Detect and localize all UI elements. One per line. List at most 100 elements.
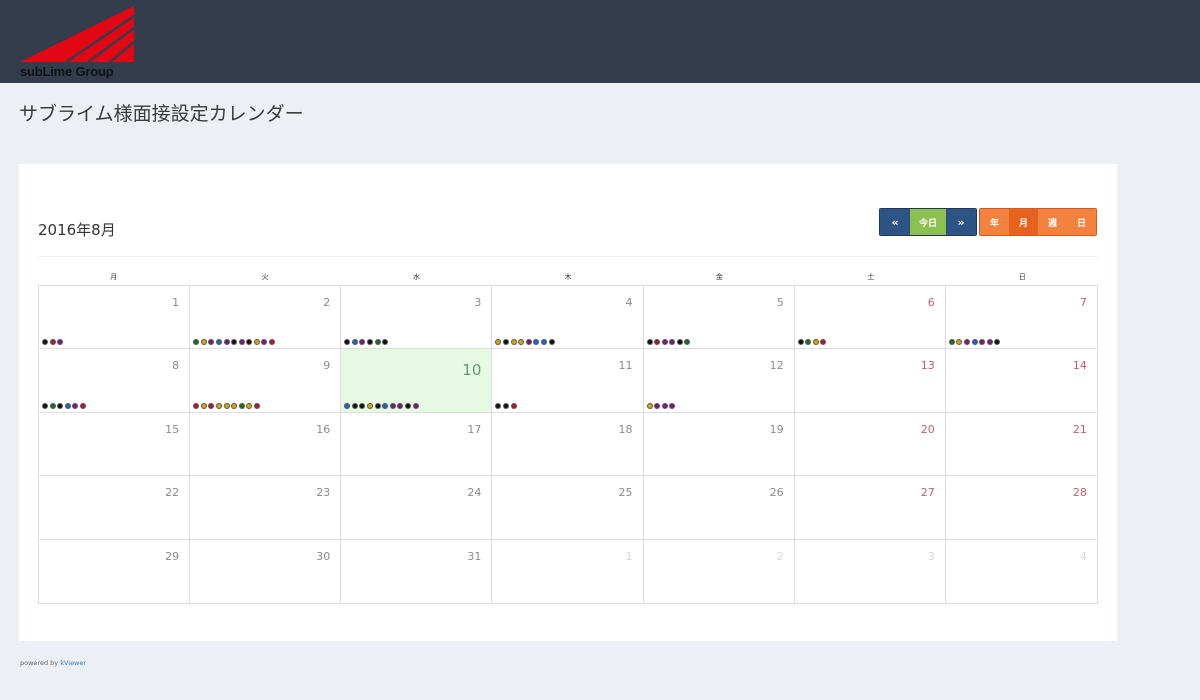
event-dot-icon[interactable] <box>246 339 253 346</box>
day-cell[interactable]: 18 <box>492 412 644 477</box>
event-dot-icon[interactable] <box>412 402 419 409</box>
event-dot-icon[interactable] <box>510 339 517 346</box>
event-dot-icon[interactable] <box>397 402 404 409</box>
day-cell[interactable]: 14 <box>945 349 1097 413</box>
event-dot-icon[interactable] <box>57 339 64 346</box>
event-dot-icon[interactable] <box>646 402 653 409</box>
event-dot-icon[interactable] <box>979 339 986 346</box>
event-dot-icon[interactable] <box>495 339 502 346</box>
day-cell[interactable]: 1 <box>492 539 644 603</box>
event-dot-icon[interactable] <box>253 339 260 346</box>
day-cell[interactable]: 31 <box>341 539 493 603</box>
event-dot-icon[interactable] <box>948 339 955 346</box>
event-dot-icon[interactable] <box>820 339 827 346</box>
day-cell[interactable]: 25 <box>492 476 644 540</box>
event-dot-icon[interactable] <box>208 402 215 409</box>
event-dot-icon[interactable] <box>246 402 253 409</box>
day-cell[interactable]: 13 <box>794 349 946 413</box>
event-dot-icon[interactable] <box>57 402 64 409</box>
event-dot-icon[interactable] <box>502 402 509 409</box>
event-dot-icon[interactable] <box>42 402 48 409</box>
week-view-button[interactable]: 週 <box>1038 209 1067 235</box>
day-cell[interactable]: 12 <box>643 349 795 413</box>
event-dot-icon[interactable] <box>676 339 683 346</box>
event-dot-icon[interactable] <box>200 402 207 409</box>
event-dot-icon[interactable] <box>238 402 245 409</box>
today-button[interactable]: 今日 <box>910 209 946 235</box>
day-cell[interactable]: 8 <box>39 349 191 413</box>
event-dot-icon[interactable] <box>49 402 56 409</box>
day-cell[interactable]: 24 <box>341 476 493 540</box>
day-cell[interactable]: 5 <box>643 286 795 350</box>
event-dot-icon[interactable] <box>193 339 200 346</box>
month-view-button[interactable]: 月 <box>1009 209 1038 235</box>
sublime-group-logo[interactable]: subLime Group <box>18 4 138 80</box>
event-dot-icon[interactable] <box>382 402 389 409</box>
event-dot-icon[interactable] <box>525 339 532 346</box>
day-cell[interactable]: 27 <box>794 476 946 540</box>
event-dot-icon[interactable] <box>193 402 200 409</box>
day-cell-today[interactable]: 10 <box>341 349 493 413</box>
event-dot-icon[interactable] <box>367 339 374 346</box>
day-cell[interactable]: 2 <box>644 539 795 603</box>
event-dot-icon[interactable] <box>231 339 238 346</box>
event-dot-icon[interactable] <box>548 339 555 346</box>
event-dot-icon[interactable] <box>669 339 676 346</box>
event-dot-icon[interactable] <box>805 339 812 346</box>
event-dot-icon[interactable] <box>359 339 366 346</box>
day-cell[interactable]: 3 <box>341 286 493 350</box>
event-dot-icon[interactable] <box>344 402 351 409</box>
event-dot-icon[interactable] <box>389 402 396 409</box>
event-dot-icon[interactable] <box>963 339 970 346</box>
event-dot-icon[interactable] <box>510 402 517 409</box>
event-dot-icon[interactable] <box>64 402 71 409</box>
event-dot-icon[interactable] <box>382 339 389 346</box>
event-dot-icon[interactable] <box>986 339 993 346</box>
day-cell[interactable]: 7 <box>945 286 1097 350</box>
event-dot-icon[interactable] <box>374 339 381 346</box>
event-dot-icon[interactable] <box>238 339 245 346</box>
day-cell[interactable]: 3 <box>795 539 946 603</box>
event-dot-icon[interactable] <box>367 402 374 409</box>
day-cell[interactable]: 4 <box>492 286 644 350</box>
event-dot-icon[interactable] <box>405 402 411 409</box>
event-dot-icon[interactable] <box>72 402 79 409</box>
event-dot-icon[interactable] <box>654 339 661 346</box>
event-dot-icon[interactable] <box>269 339 276 346</box>
day-cell[interactable]: 2 <box>190 286 342 350</box>
event-dot-icon[interactable] <box>231 402 238 409</box>
event-dot-icon[interactable] <box>654 402 661 409</box>
event-dot-icon[interactable] <box>42 339 48 346</box>
event-dot-icon[interactable] <box>208 339 215 346</box>
event-dot-icon[interactable] <box>79 402 86 409</box>
event-dot-icon[interactable] <box>661 339 668 346</box>
event-dot-icon[interactable] <box>994 339 1001 346</box>
day-cell[interactable]: 22 <box>39 476 191 540</box>
event-dot-icon[interactable] <box>261 339 268 346</box>
event-dot-icon[interactable] <box>669 402 676 409</box>
event-dot-icon[interactable] <box>540 339 547 346</box>
day-cell[interactable]: 16 <box>190 412 342 477</box>
event-dot-icon[interactable] <box>533 339 540 346</box>
day-cell[interactable]: 20 <box>794 412 946 477</box>
next-button[interactable]: » <box>946 209 976 235</box>
day-cell[interactable]: 4 <box>946 540 1097 603</box>
day-view-button[interactable]: 日 <box>1067 209 1096 235</box>
event-dot-icon[interactable] <box>49 339 56 346</box>
event-dot-icon[interactable] <box>253 402 260 409</box>
day-cell[interactable]: 11 <box>492 349 644 413</box>
event-dot-icon[interactable] <box>223 402 230 409</box>
day-cell[interactable]: 21 <box>945 413 1097 477</box>
event-dot-icon[interactable] <box>956 339 963 346</box>
event-dot-icon[interactable] <box>344 339 351 346</box>
event-dot-icon[interactable] <box>215 402 222 409</box>
event-dot-icon[interactable] <box>359 402 366 409</box>
day-cell[interactable]: 15 <box>39 412 191 477</box>
event-dot-icon[interactable] <box>812 339 819 346</box>
event-dot-icon[interactable] <box>646 339 653 346</box>
event-dot-icon[interactable] <box>495 402 502 409</box>
event-dot-icon[interactable] <box>223 339 230 346</box>
event-dot-icon[interactable] <box>200 339 207 346</box>
prev-button[interactable]: « <box>880 209 910 235</box>
event-dot-icon[interactable] <box>797 339 804 346</box>
